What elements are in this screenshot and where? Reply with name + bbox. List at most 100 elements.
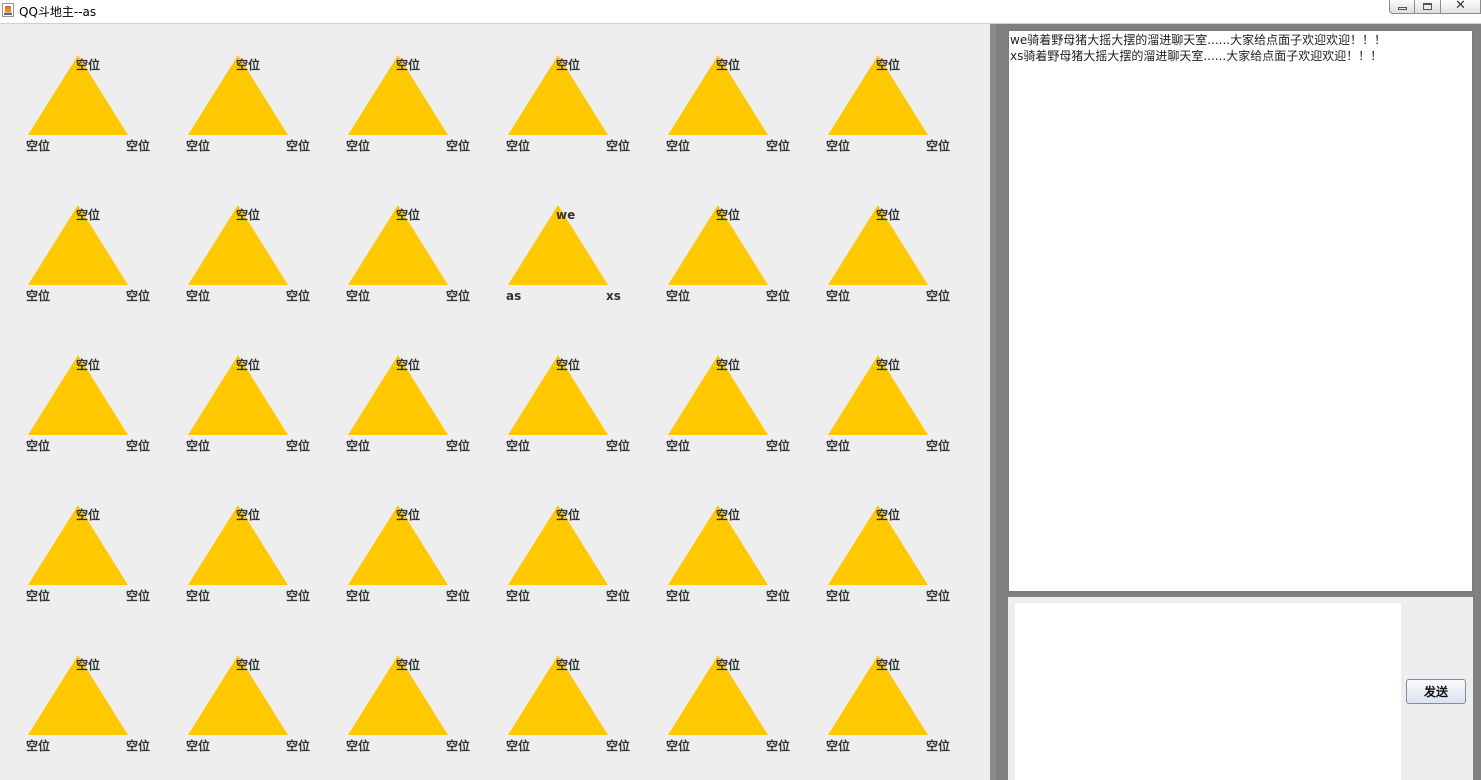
seat-right[interactable]: 空位 <box>766 289 790 303</box>
game-table[interactable]: we as xs <box>480 174 621 303</box>
seat-right[interactable]: 空位 <box>286 589 310 603</box>
seat-top[interactable]: 空位 <box>76 58 100 72</box>
seat-left[interactable]: 空位 <box>26 589 50 603</box>
seat-top[interactable]: 空位 <box>396 508 420 522</box>
seat-right[interactable]: 空位 <box>446 739 470 753</box>
seat-right[interactable]: 空位 <box>926 589 950 603</box>
game-table[interactable]: 空位 空位 空位 <box>0 24 150 153</box>
game-table[interactable]: 空位 空位 空位 <box>0 474 150 603</box>
seat-left[interactable]: 空位 <box>666 139 690 153</box>
game-table[interactable]: 空位 空位 空位 <box>640 474 790 603</box>
seat-top[interactable]: 空位 <box>876 508 900 522</box>
game-table[interactable]: 空位 空位 空位 <box>480 24 630 153</box>
close-button[interactable] <box>1441 0 1481 14</box>
title-bar[interactable]: QQ斗地主--as <box>0 0 1481 24</box>
seat-top[interactable]: 空位 <box>556 58 580 72</box>
seat-right[interactable]: 空位 <box>126 289 150 303</box>
seat-right[interactable]: 空位 <box>606 589 630 603</box>
game-table[interactable]: 空位 空位 空位 <box>480 474 630 603</box>
seat-top[interactable]: 空位 <box>396 658 420 672</box>
seat-left[interactable]: 空位 <box>346 139 370 153</box>
game-table[interactable]: 空位 空位 空位 <box>160 24 310 153</box>
game-table[interactable]: 空位 空位 空位 <box>800 624 950 753</box>
seat-right[interactable]: 空位 <box>126 739 150 753</box>
seat-left[interactable]: 空位 <box>26 739 50 753</box>
seat-top[interactable]: 空位 <box>876 358 900 372</box>
seat-left[interactable]: 空位 <box>26 439 50 453</box>
game-table[interactable]: 空位 空位 空位 <box>320 24 470 153</box>
seat-top[interactable]: 空位 <box>236 58 260 72</box>
seat-right[interactable]: 空位 <box>126 139 150 153</box>
seat-right[interactable]: 空位 <box>286 139 310 153</box>
seat-top[interactable]: 空位 <box>716 658 740 672</box>
seat-right[interactable]: 空位 <box>286 439 310 453</box>
seat-top[interactable]: 空位 <box>236 358 260 372</box>
seat-left[interactable]: 空位 <box>506 439 530 453</box>
seat-left[interactable]: 空位 <box>826 589 850 603</box>
seat-top[interactable]: 空位 <box>716 58 740 72</box>
seat-top[interactable]: 空位 <box>236 658 260 672</box>
game-table[interactable]: 空位 空位 空位 <box>320 624 470 753</box>
game-table[interactable]: 空位 空位 空位 <box>640 324 790 453</box>
seat-right[interactable]: 空位 <box>446 289 470 303</box>
seat-left[interactable]: 空位 <box>666 589 690 603</box>
seat-right[interactable]: 空位 <box>606 739 630 753</box>
game-table[interactable]: 空位 空位 空位 <box>160 324 310 453</box>
seat-left[interactable]: 空位 <box>826 439 850 453</box>
game-table[interactable]: 空位 空位 空位 <box>320 174 470 303</box>
seat-left[interactable]: 空位 <box>26 139 50 153</box>
seat-left[interactable]: 空位 <box>826 289 850 303</box>
seat-left[interactable]: 空位 <box>346 439 370 453</box>
seat-top[interactable]: 空位 <box>876 58 900 72</box>
seat-top[interactable]: 空位 <box>716 358 740 372</box>
seat-top[interactable]: 空位 <box>716 508 740 522</box>
game-table[interactable]: 空位 空位 空位 <box>800 474 950 603</box>
game-table[interactable]: 空位 空位 空位 <box>640 624 790 753</box>
seat-top[interactable]: 空位 <box>76 208 100 222</box>
seat-left[interactable]: 空位 <box>346 589 370 603</box>
seat-left[interactable]: 空位 <box>186 589 210 603</box>
seat-right[interactable]: 空位 <box>926 739 950 753</box>
seat-right[interactable]: 空位 <box>606 139 630 153</box>
seat-right[interactable]: 空位 <box>446 589 470 603</box>
seat-right[interactable]: 空位 <box>606 439 630 453</box>
seat-right[interactable]: xs <box>606 289 621 303</box>
seat-left[interactable]: 空位 <box>506 739 530 753</box>
seat-top[interactable]: 空位 <box>876 208 900 222</box>
seat-left[interactable]: 空位 <box>826 739 850 753</box>
seat-right[interactable]: 空位 <box>926 439 950 453</box>
game-table[interactable]: 空位 空位 空位 <box>480 624 630 753</box>
maximize-button[interactable] <box>1415 0 1441 14</box>
seat-right[interactable]: 空位 <box>766 589 790 603</box>
seat-top[interactable]: 空位 <box>876 658 900 672</box>
seat-left[interactable]: 空位 <box>186 139 210 153</box>
seat-left[interactable]: 空位 <box>826 139 850 153</box>
seat-top[interactable]: 空位 <box>396 58 420 72</box>
message-input[interactable] <box>1015 603 1401 780</box>
game-table[interactable]: 空位 空位 空位 <box>0 174 150 303</box>
seat-left[interactable]: 空位 <box>346 739 370 753</box>
game-table[interactable]: 空位 空位 空位 <box>320 324 470 453</box>
seat-left[interactable]: 空位 <box>666 289 690 303</box>
game-table[interactable]: 空位 空位 空位 <box>160 174 310 303</box>
seat-top[interactable]: we <box>556 208 575 222</box>
seat-top[interactable]: 空位 <box>76 358 100 372</box>
game-table[interactable]: 空位 空位 空位 <box>0 624 150 753</box>
game-table[interactable]: 空位 空位 空位 <box>320 474 470 603</box>
seat-right[interactable]: 空位 <box>926 289 950 303</box>
seat-top[interactable]: 空位 <box>556 358 580 372</box>
seat-top[interactable]: 空位 <box>556 658 580 672</box>
game-table[interactable]: 空位 空位 空位 <box>480 324 630 453</box>
seat-right[interactable]: 空位 <box>926 139 950 153</box>
send-button[interactable]: 发送 <box>1406 679 1466 704</box>
seat-top[interactable]: 空位 <box>716 208 740 222</box>
seat-top[interactable]: 空位 <box>396 208 420 222</box>
seat-top[interactable]: 空位 <box>556 508 580 522</box>
seat-right[interactable]: 空位 <box>286 289 310 303</box>
game-table[interactable]: 空位 空位 空位 <box>800 324 950 453</box>
game-table[interactable]: 空位 空位 空位 <box>0 324 150 453</box>
seat-right[interactable]: 空位 <box>446 139 470 153</box>
game-table[interactable]: 空位 空位 空位 <box>160 474 310 603</box>
seat-top[interactable]: 空位 <box>236 508 260 522</box>
seat-top[interactable]: 空位 <box>76 508 100 522</box>
